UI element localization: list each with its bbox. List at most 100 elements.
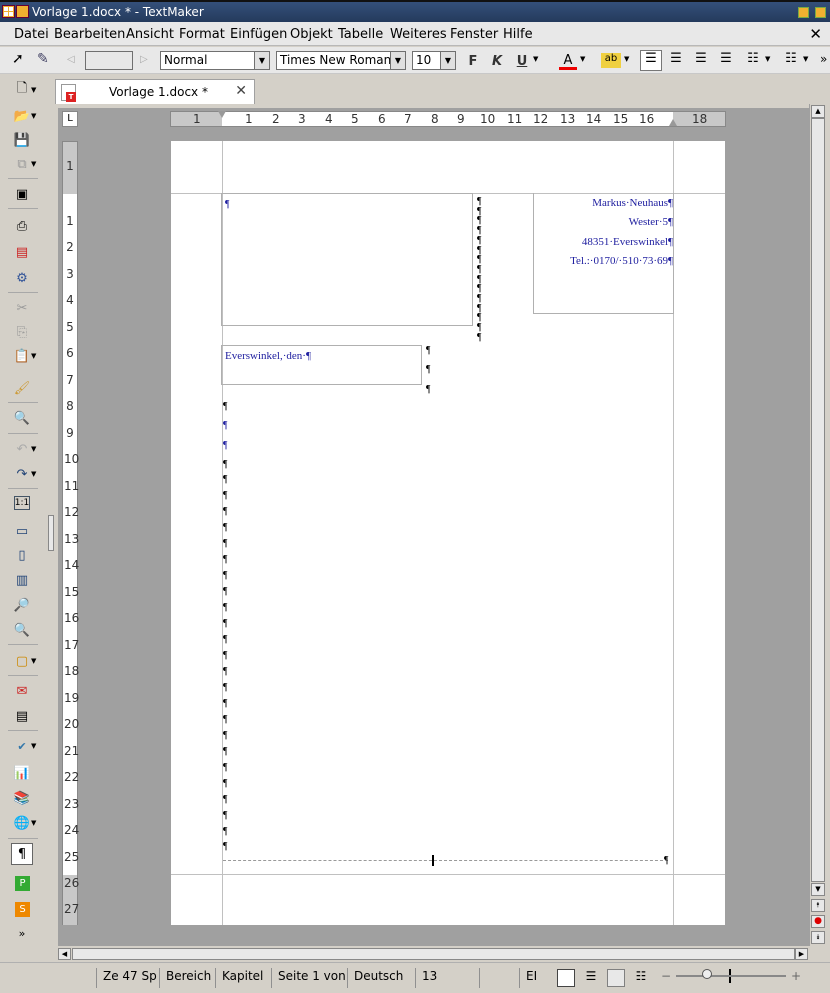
chevron-down-icon[interactable]: ▼ — [31, 470, 39, 478]
numbered-list-icon[interactable]: ☷ — [783, 51, 799, 70]
chevron-down-icon[interactable]: ▼ — [390, 52, 405, 69]
chevron-down-icon[interactable]: ▼ — [31, 742, 39, 750]
align-justify-icon[interactable]: ☰ — [718, 51, 734, 70]
outline-view-icon[interactable]: ☰ — [582, 969, 600, 987]
tab-stop-selector[interactable]: L — [62, 111, 78, 127]
close-tab-icon[interactable]: ✕ — [235, 83, 247, 99]
tab-vorlage-1[interactable]: T Vorlage 1.docx * ✕ — [55, 79, 255, 104]
forward-arrow-icon[interactable]: ▷ — [140, 54, 150, 73]
menu-einfuegen[interactable]: Einfügen — [230, 27, 287, 42]
close-document-icon[interactable]: ✕ — [809, 25, 822, 43]
font-size-select[interactable]: 10 ▼ — [412, 51, 456, 70]
right-indent-marker-icon[interactable] — [669, 119, 677, 126]
menu-ansicht[interactable]: Ansicht — [126, 27, 174, 42]
chart-icon[interactable]: 📊 — [12, 764, 32, 782]
save-icon[interactable]: 💾 — [12, 131, 32, 149]
chevron-down-icon[interactable]: ▼ — [533, 55, 538, 74]
chevron-down-icon[interactable]: ▼ — [31, 112, 39, 120]
address-frame[interactable]: ¶ — [221, 193, 473, 326]
previous-page-icon[interactable]: ⯭ — [811, 899, 825, 912]
chevron-down-icon[interactable]: ▼ — [31, 86, 39, 94]
browse-object-icon[interactable]: ● — [811, 915, 825, 928]
document-page[interactable]: ¶ Markus·Neuhaus¶ Wester·5¶ 48351·Eversw… — [171, 141, 725, 925]
paragraph-style-select[interactable]: Normal ▼ — [160, 51, 270, 70]
envelope-icon[interactable]: ✉ — [12, 682, 32, 700]
chevron-down-icon[interactable]: ▼ — [580, 55, 585, 74]
menu-tabelle[interactable]: Tabelle — [338, 27, 383, 42]
chevron-down-icon[interactable]: ▼ — [440, 52, 455, 69]
toolbar-overflow-icon[interactable]: » — [820, 52, 827, 71]
bold-button[interactable]: F — [465, 54, 481, 73]
chevron-down-icon[interactable]: ▼ — [624, 55, 629, 74]
frame-field[interactable] — [85, 51, 133, 70]
menu-fenster[interactable]: Fenster — [450, 27, 498, 42]
normal-view-icon[interactable] — [557, 969, 575, 987]
chevron-down-icon[interactable]: ▼ — [803, 55, 808, 74]
chevron-down-icon[interactable]: ▼ — [31, 352, 39, 360]
scroll-down-icon[interactable]: ▼ — [811, 883, 825, 896]
zoom-in-button[interactable]: + — [791, 969, 801, 983]
books-icon[interactable]: 📚 — [12, 789, 32, 807]
redo-icon[interactable]: ↷ — [12, 465, 32, 483]
sidebar-splitter[interactable] — [48, 515, 54, 551]
date-frame[interactable]: Everswinkel,·den·¶ — [221, 345, 422, 385]
chevron-down-icon[interactable]: ▼ — [31, 160, 39, 168]
cut-icon[interactable]: ✂ — [12, 299, 32, 317]
full-page-icon[interactable]: ▯ — [12, 546, 32, 564]
page-width-icon[interactable]: ▭ — [12, 522, 32, 540]
zoom-out-icon[interactable]: 🔍 — [12, 621, 32, 639]
master-page-view-icon[interactable]: ☷ — [632, 969, 650, 987]
indent-marker-icon[interactable] — [218, 111, 226, 127]
planmaker-icon[interactable]: P — [15, 876, 30, 891]
open-folder-icon[interactable]: 📂 — [12, 107, 32, 125]
insert-frame-icon[interactable]: ▢ — [12, 652, 32, 670]
web-icon[interactable]: 🌐 — [12, 814, 32, 832]
menu-format[interactable]: Format — [179, 27, 225, 42]
scroll-thumb[interactable] — [72, 948, 795, 960]
back-arrow-icon[interactable]: ◁ — [67, 54, 77, 73]
spellcheck-icon[interactable]: ✔ — [12, 737, 32, 755]
scroll-up-icon[interactable]: ▲ — [811, 105, 825, 118]
new-document-icon[interactable]: 🗋 — [12, 81, 32, 99]
insert-mode-indicator[interactable]: EI — [520, 968, 552, 988]
copy-icon[interactable]: ⎘ — [12, 323, 32, 341]
chevron-down-icon[interactable]: ▼ — [254, 52, 269, 69]
next-page-icon[interactable]: ⯯ — [811, 931, 825, 944]
chevron-down-icon[interactable]: ▼ — [31, 445, 39, 453]
two-pages-icon[interactable]: ▥ — [12, 571, 32, 589]
zoom-100-icon[interactable]: 1:1 — [14, 496, 30, 510]
font-name-select[interactable]: Times New Roman ▼ — [276, 51, 406, 70]
underline-button[interactable]: U — [514, 54, 530, 73]
pdf-export-icon[interactable]: ▤ — [12, 243, 32, 261]
edit-mode-icon[interactable]: ✎ — [37, 51, 55, 70]
save-all-icon[interactable]: ⧉ — [12, 155, 32, 173]
chevron-down-icon[interactable]: ▼ — [31, 657, 39, 665]
menu-weiteres[interactable]: Weiteres — [390, 27, 447, 42]
presentations-icon[interactable]: S — [15, 902, 30, 917]
form-icon[interactable]: ▤ — [12, 707, 32, 725]
zoom-slider-knob[interactable] — [702, 969, 712, 979]
menu-bearbeiten[interactable]: Bearbeiten — [54, 27, 125, 42]
format-painter-icon[interactable]: 🖌 — [12, 379, 32, 397]
send-icon[interactable]: ⚙ — [12, 269, 32, 287]
vertical-ruler[interactable]: 1 1 2 3 4 5 6 7 8 9 10 11 12 13 14 15 16… — [62, 141, 79, 925]
more-tools-icon[interactable]: » — [12, 924, 32, 942]
zoom-out-button[interactable]: − — [661, 969, 671, 983]
scroll-left-icon[interactable]: ◀ — [58, 948, 71, 960]
bullet-list-icon[interactable]: ☷ — [745, 51, 761, 70]
undo-icon[interactable]: ↶ — [12, 440, 32, 458]
chevron-down-icon[interactable]: ▼ — [765, 55, 770, 74]
align-center-icon[interactable]: ☰ — [668, 51, 684, 70]
horizontal-ruler[interactable]: 1 1 2 3 4 5 6 7 8 9 10 11 12 13 14 15 16… — [170, 111, 726, 127]
align-right-icon[interactable]: ☰ — [693, 51, 709, 70]
paste-icon[interactable]: 📋 — [12, 347, 32, 365]
horizontal-scrollbar[interactable]: ◀ ▶ — [58, 947, 809, 961]
vertical-scrollbar[interactable]: ▲ ▼ ⯭ ● ⯯ — [809, 104, 826, 946]
zoom-slider[interactable] — [676, 975, 786, 977]
language-indicator[interactable]: Deutsch — [348, 968, 416, 988]
menu-datei[interactable]: Datei — [14, 27, 49, 42]
zoom-in-icon[interactable]: 🔎 — [12, 596, 32, 614]
select-arrow-icon[interactable]: ➚ — [12, 51, 28, 70]
sender-frame[interactable]: Markus·Neuhaus¶ Wester·5¶ 48351·Everswin… — [533, 193, 674, 314]
print-preview-icon[interactable]: ▣ — [12, 185, 32, 203]
